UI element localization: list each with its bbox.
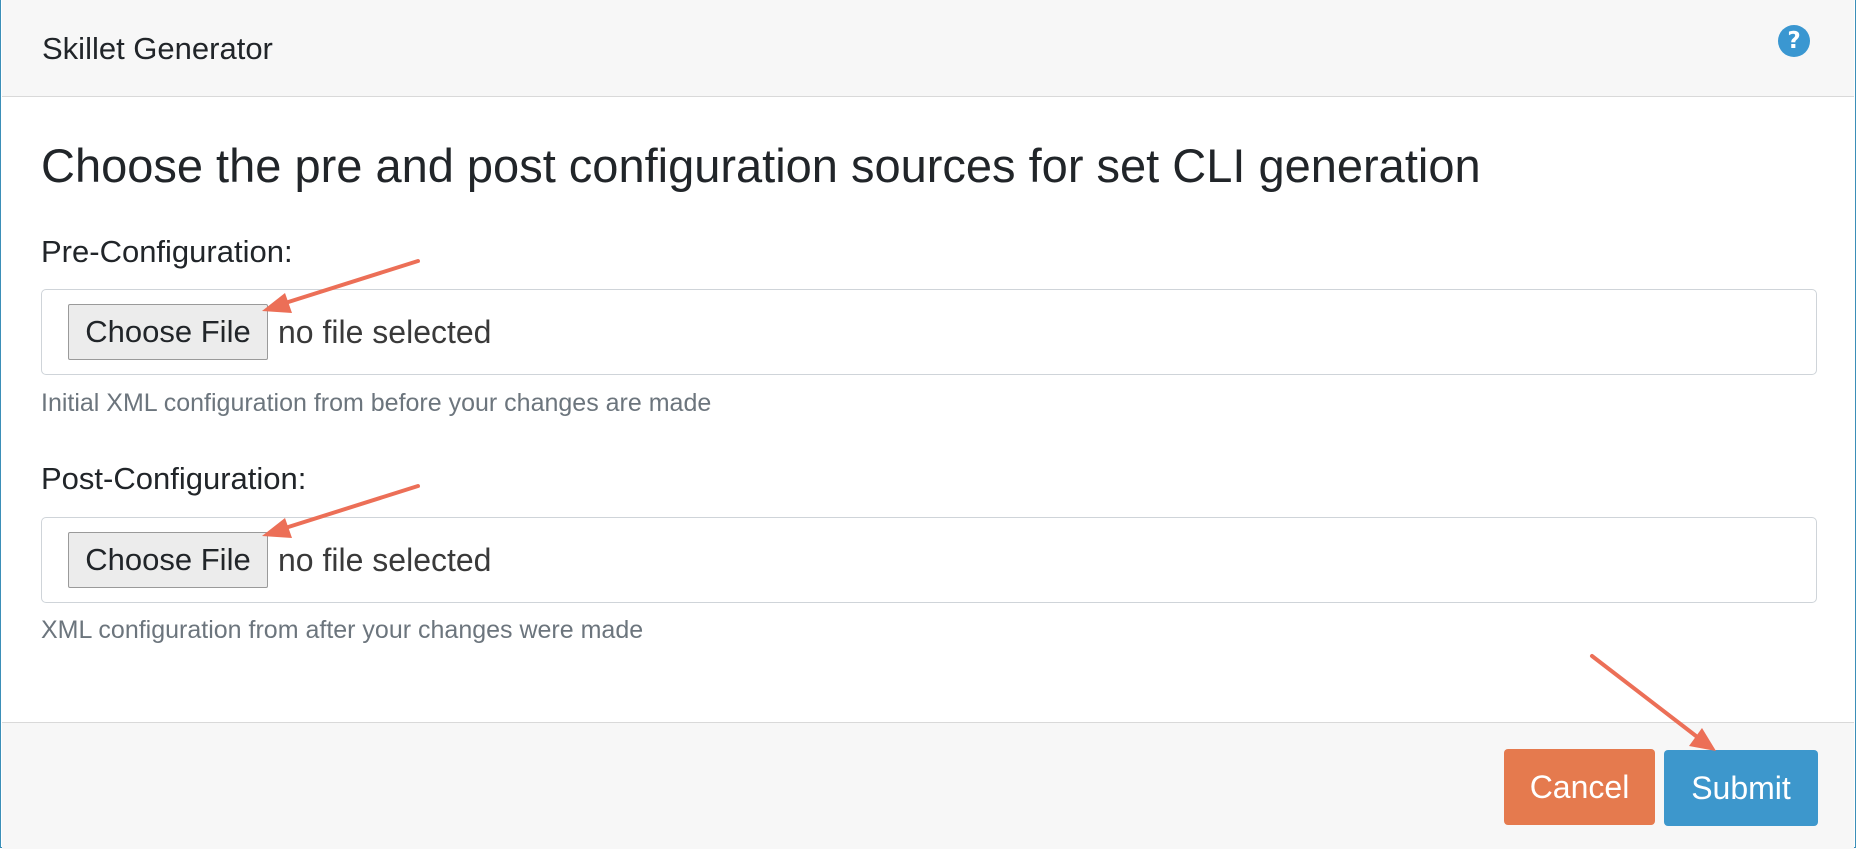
post-configuration-label: Post-Configuration:: [41, 461, 307, 496]
skillet-generator-card: Skillet Generator ? Choose the pre and p…: [0, 0, 1856, 849]
pre-configuration-label: Pre-Configuration:: [41, 234, 293, 269]
pre-configuration-help-text: Initial XML configuration from before yo…: [41, 389, 712, 417]
submit-button[interactable]: Submit: [1664, 750, 1818, 826]
pre-configuration-choose-file-button[interactable]: Choose File: [68, 304, 268, 360]
pre-configuration-file-status: no file selected: [278, 314, 492, 350]
card-title: Skillet Generator: [42, 31, 273, 66]
post-configuration-file-input[interactable]: Choose File no file selected: [41, 517, 1817, 603]
page-heading: Choose the pre and post configuration so…: [41, 139, 1481, 192]
question-circle-icon[interactable]: ?: [1778, 25, 1810, 57]
card-footer: Cancel Submit: [2, 722, 1854, 849]
card-header: Skillet Generator ?: [2, 0, 1854, 97]
cancel-button[interactable]: Cancel: [1504, 749, 1655, 825]
pre-configuration-file-input[interactable]: Choose File no file selected: [41, 289, 1817, 375]
post-configuration-help-text: XML configuration from after your change…: [41, 616, 644, 644]
post-configuration-choose-file-button[interactable]: Choose File: [68, 532, 268, 588]
post-configuration-file-status: no file selected: [278, 542, 492, 578]
